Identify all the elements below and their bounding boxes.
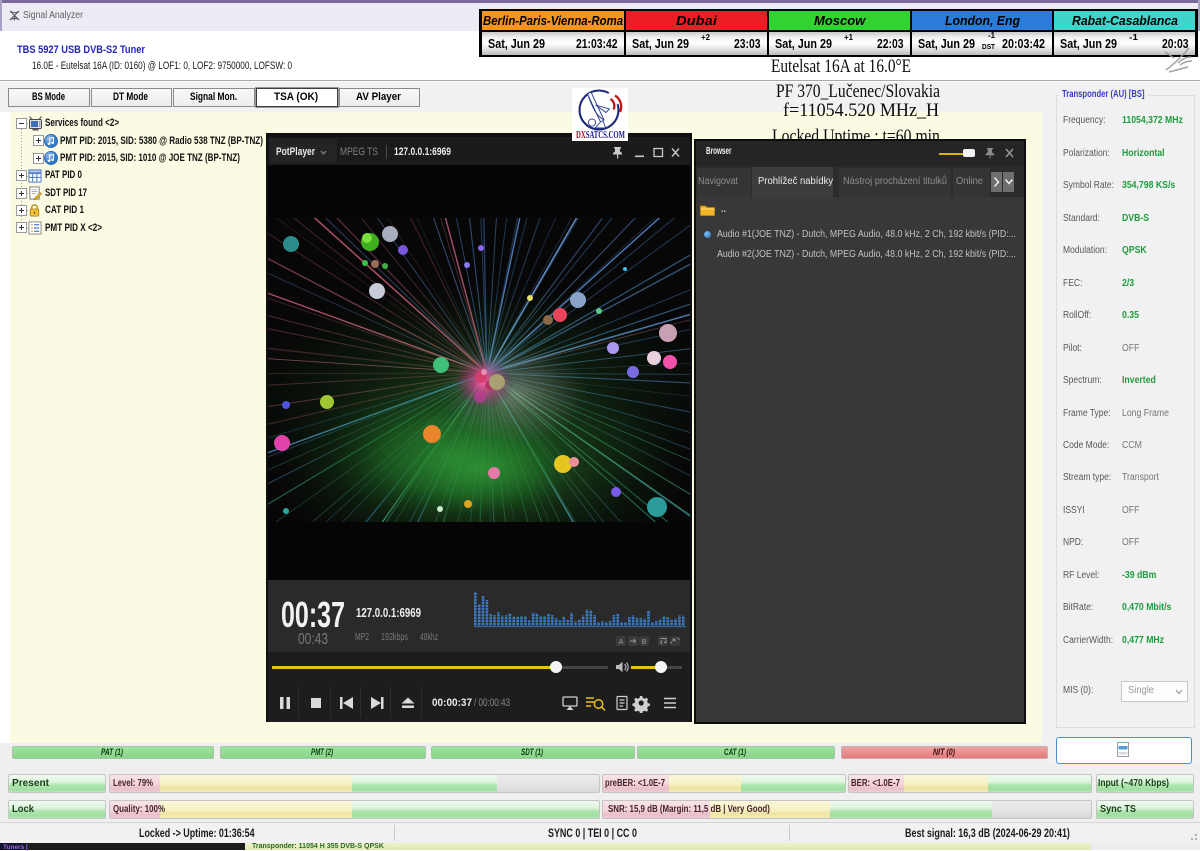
svg-text:B: B (641, 637, 646, 646)
svg-text:A: A (618, 637, 623, 646)
